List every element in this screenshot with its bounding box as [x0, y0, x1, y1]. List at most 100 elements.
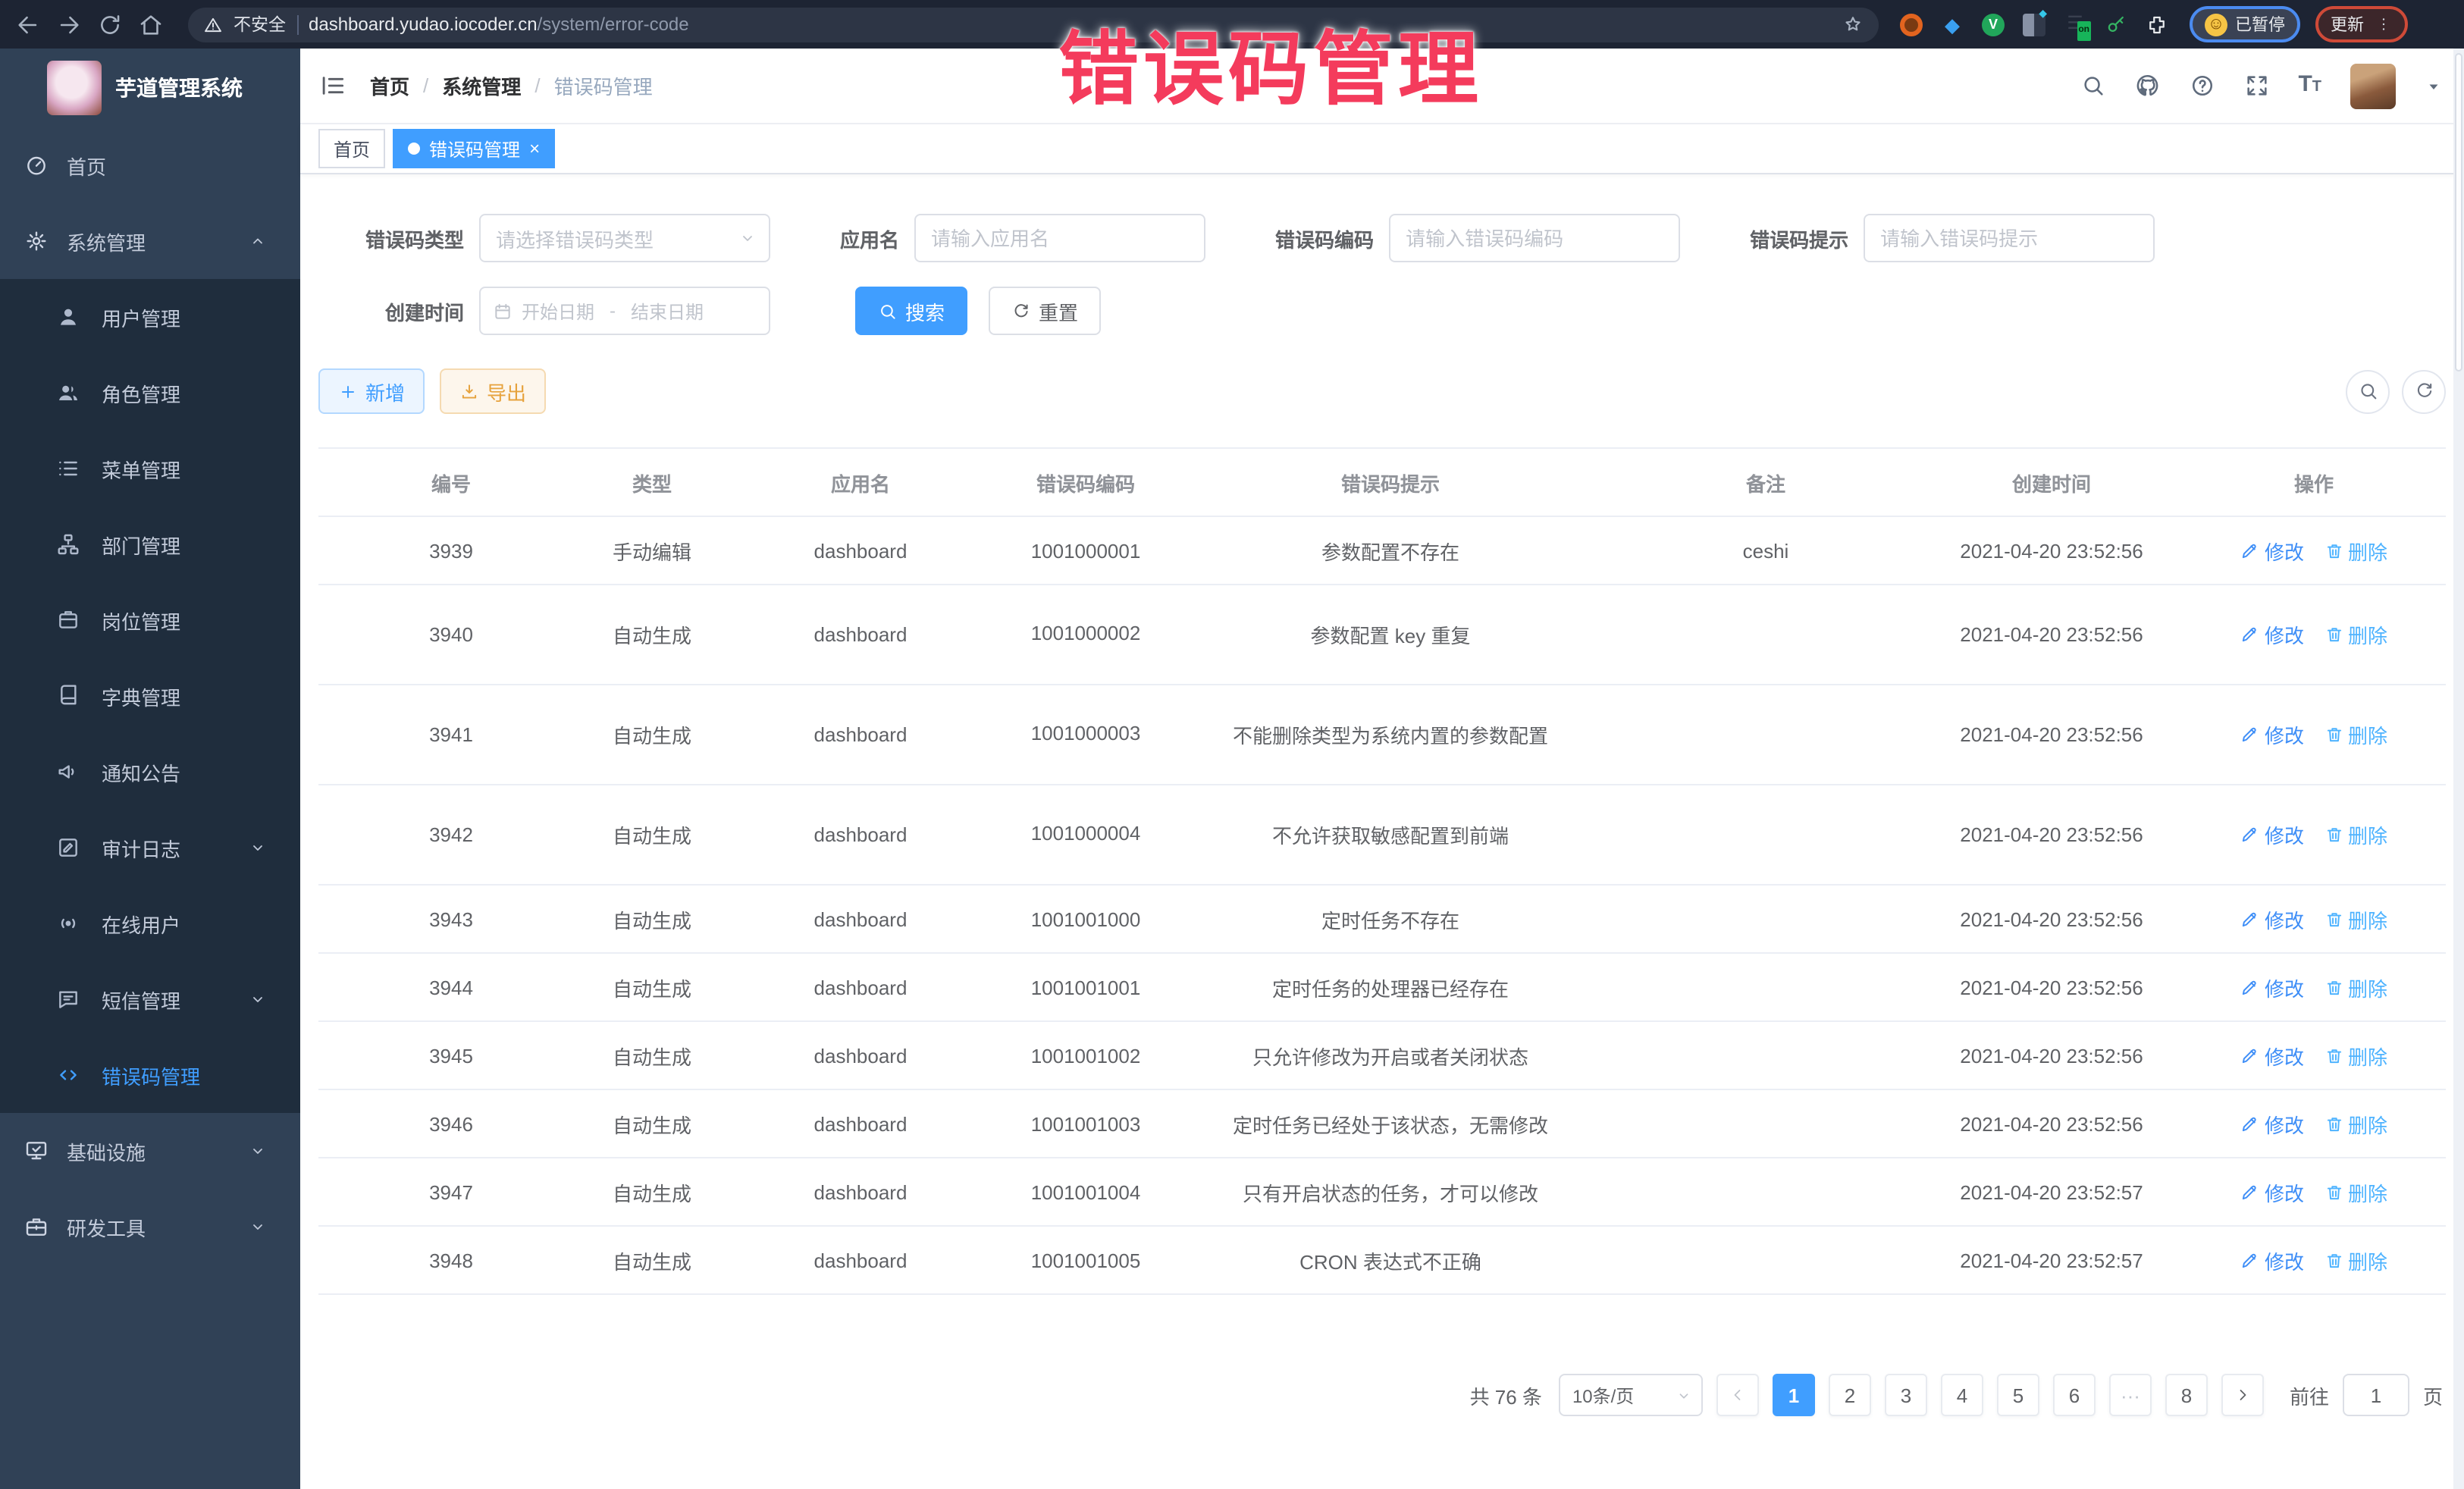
trash-icon	[2324, 725, 2343, 744]
sidebar-item-notice-announcement[interactable]: 通知公告	[0, 734, 300, 810]
app-name-input[interactable]	[914, 214, 1205, 262]
calendar-icon	[493, 301, 513, 321]
edit-link[interactable]: 修改	[2240, 720, 2304, 749]
browser-home-icon[interactable]	[138, 11, 164, 37]
not-secure-warning-icon[interactable]	[203, 14, 223, 34]
profile-emoji-icon	[2205, 13, 2227, 36]
user-management-icon	[56, 305, 80, 329]
sidebar-item-dept-management[interactable]: 部门管理	[0, 506, 300, 582]
extension-gem-icon[interactable]: ◆	[1941, 13, 1964, 36]
error-msg-input[interactable]	[1864, 214, 2155, 262]
refresh-table-button[interactable]	[2402, 369, 2446, 413]
scrollbar-thumb[interactable]	[2455, 53, 2462, 371]
page-button-5[interactable]: 5	[1997, 1374, 2039, 1416]
sidebar-item-online-users[interactable]: 在线用户	[0, 886, 300, 961]
page-button-4[interactable]: 4	[1941, 1374, 1983, 1416]
trash-icon	[2324, 625, 2343, 644]
extension-key-icon[interactable]	[2105, 13, 2127, 36]
edit-link[interactable]: 修改	[2240, 620, 2304, 649]
page-size-select[interactable]: 10条/页	[1559, 1374, 1703, 1416]
edit-link[interactable]: 修改	[2240, 1041, 2304, 1070]
toggle-search-button[interactable]	[2346, 369, 2390, 413]
extension-grid-icon[interactable]	[2023, 13, 2045, 36]
sidebar-item-menu-management[interactable]: 菜单管理	[0, 431, 300, 506]
tab-inactive[interactable]: 首页	[318, 129, 385, 168]
help-icon[interactable]	[2189, 73, 2215, 99]
page-button-2[interactable]: 2	[1829, 1374, 1871, 1416]
sidebar-item-user-management[interactable]: 用户管理	[0, 279, 300, 355]
error-type-select[interactable]: 请选择错误码类型	[479, 214, 770, 262]
user-avatar[interactable]	[2350, 63, 2396, 108]
sidebar-item-role-management[interactable]: 角色管理	[0, 355, 300, 431]
reset-button[interactable]: 重置	[989, 287, 1101, 335]
browser-update-button[interactable]: 更新	[2315, 6, 2408, 42]
export-button[interactable]: 导出	[440, 368, 546, 414]
sidebar-item-audit-log[interactable]: 审计日志	[0, 810, 300, 886]
bookmark-star-icon[interactable]	[1842, 14, 1864, 35]
edit-link[interactable]: 修改	[2240, 904, 2304, 933]
extension-orange-icon[interactable]	[1900, 13, 1923, 36]
delete-link[interactable]: 删除	[2324, 720, 2387, 749]
delete-link[interactable]: 删除	[2324, 1246, 2387, 1274]
sidebar-item-error-code-management[interactable]: 错误码管理	[0, 1037, 300, 1113]
font-size-icon[interactable]: TT	[2298, 71, 2321, 100]
sidebar-item-infrastructure[interactable]: 基础设施	[0, 1113, 300, 1189]
browser-forward-icon[interactable]	[56, 11, 82, 37]
tab-active[interactable]: 错误码管理	[393, 129, 555, 168]
tab-close-icon[interactable]	[529, 139, 540, 158]
page-button-3[interactable]: 3	[1885, 1374, 1927, 1416]
address-bar[interactable]: 不安全 dashboard.yudao.iocoder.cn/system/er…	[188, 7, 1879, 42]
browser-reload-icon[interactable]	[97, 11, 123, 37]
breadcrumb-item[interactable]: 系统管理	[442, 71, 521, 100]
sidebar-item-home[interactable]: 首页	[0, 127, 300, 203]
cell-actions: 修改删除	[2182, 1041, 2446, 1070]
avatar-caret-icon[interactable]	[2425, 77, 2443, 95]
add-button[interactable]: 新增	[318, 368, 425, 414]
delete-link[interactable]: 删除	[2324, 820, 2387, 849]
delete-link[interactable]: 删除	[2324, 973, 2387, 1002]
extensions-puzzle-icon[interactable]	[2146, 13, 2168, 36]
edit-link[interactable]: 修改	[2240, 1246, 2304, 1274]
cell-remark: ceshi	[1610, 539, 1921, 562]
page-button-6[interactable]: 6	[2053, 1374, 2096, 1416]
create-time-range-picker[interactable]: 开始日期 - 结束日期	[479, 287, 770, 335]
extension-switch-icon[interactable]: ☰	[2064, 13, 2086, 36]
breadcrumb-item[interactable]: 首页	[370, 71, 409, 100]
browser-back-icon[interactable]	[15, 11, 41, 37]
prev-page-button[interactable]	[1716, 1374, 1759, 1416]
browser-profile-chip[interactable]: 已暂停	[2190, 6, 2300, 42]
edit-link[interactable]: 修改	[2240, 1109, 2304, 1138]
sidebar-item-post-management[interactable]: 岗位管理	[0, 582, 300, 658]
sidebar-item-dev-tools[interactable]: 研发工具	[0, 1189, 300, 1265]
sidebar-item-sms-management[interactable]: 短信管理	[0, 961, 300, 1037]
delete-link[interactable]: 删除	[2324, 1177, 2387, 1206]
sidebar-toggle[interactable]	[318, 71, 347, 100]
github-icon[interactable]	[2134, 73, 2160, 99]
sidebar-item-system-management[interactable]: 系统管理	[0, 203, 300, 279]
edit-link[interactable]: 修改	[2240, 536, 2304, 565]
pages-more-button[interactable]: ···	[2109, 1374, 2152, 1416]
page-button-1[interactable]: 1	[1773, 1374, 1815, 1416]
app-logo-row[interactable]: 芋道管理系统	[0, 49, 300, 127]
browser-menu-dots-icon[interactable]	[2375, 14, 2393, 35]
goto-page-input[interactable]	[2343, 1374, 2409, 1416]
extension-v-icon[interactable]: V	[1982, 13, 2005, 36]
delete-link[interactable]: 删除	[2324, 620, 2387, 649]
error-code-input[interactable]	[1389, 214, 1680, 262]
delete-link[interactable]: 删除	[2324, 536, 2387, 565]
sidebar-item-dict-management[interactable]: 字典管理	[0, 658, 300, 734]
next-page-button[interactable]	[2221, 1374, 2264, 1416]
edit-link[interactable]: 修改	[2240, 820, 2304, 849]
scrollbar[interactable]	[2453, 49, 2464, 1489]
home-icon	[24, 153, 49, 177]
breadcrumb-separator: /	[534, 74, 540, 97]
search-button[interactable]: 搜索	[855, 287, 967, 335]
delete-link[interactable]: 删除	[2324, 1041, 2387, 1070]
edit-link[interactable]: 修改	[2240, 973, 2304, 1002]
edit-link[interactable]: 修改	[2240, 1177, 2304, 1206]
delete-link[interactable]: 删除	[2324, 904, 2387, 933]
delete-link[interactable]: 删除	[2324, 1109, 2387, 1138]
page-button-8[interactable]: 8	[2165, 1374, 2208, 1416]
fullscreen-icon[interactable]	[2243, 73, 2269, 99]
header-search-icon[interactable]	[2080, 73, 2105, 99]
